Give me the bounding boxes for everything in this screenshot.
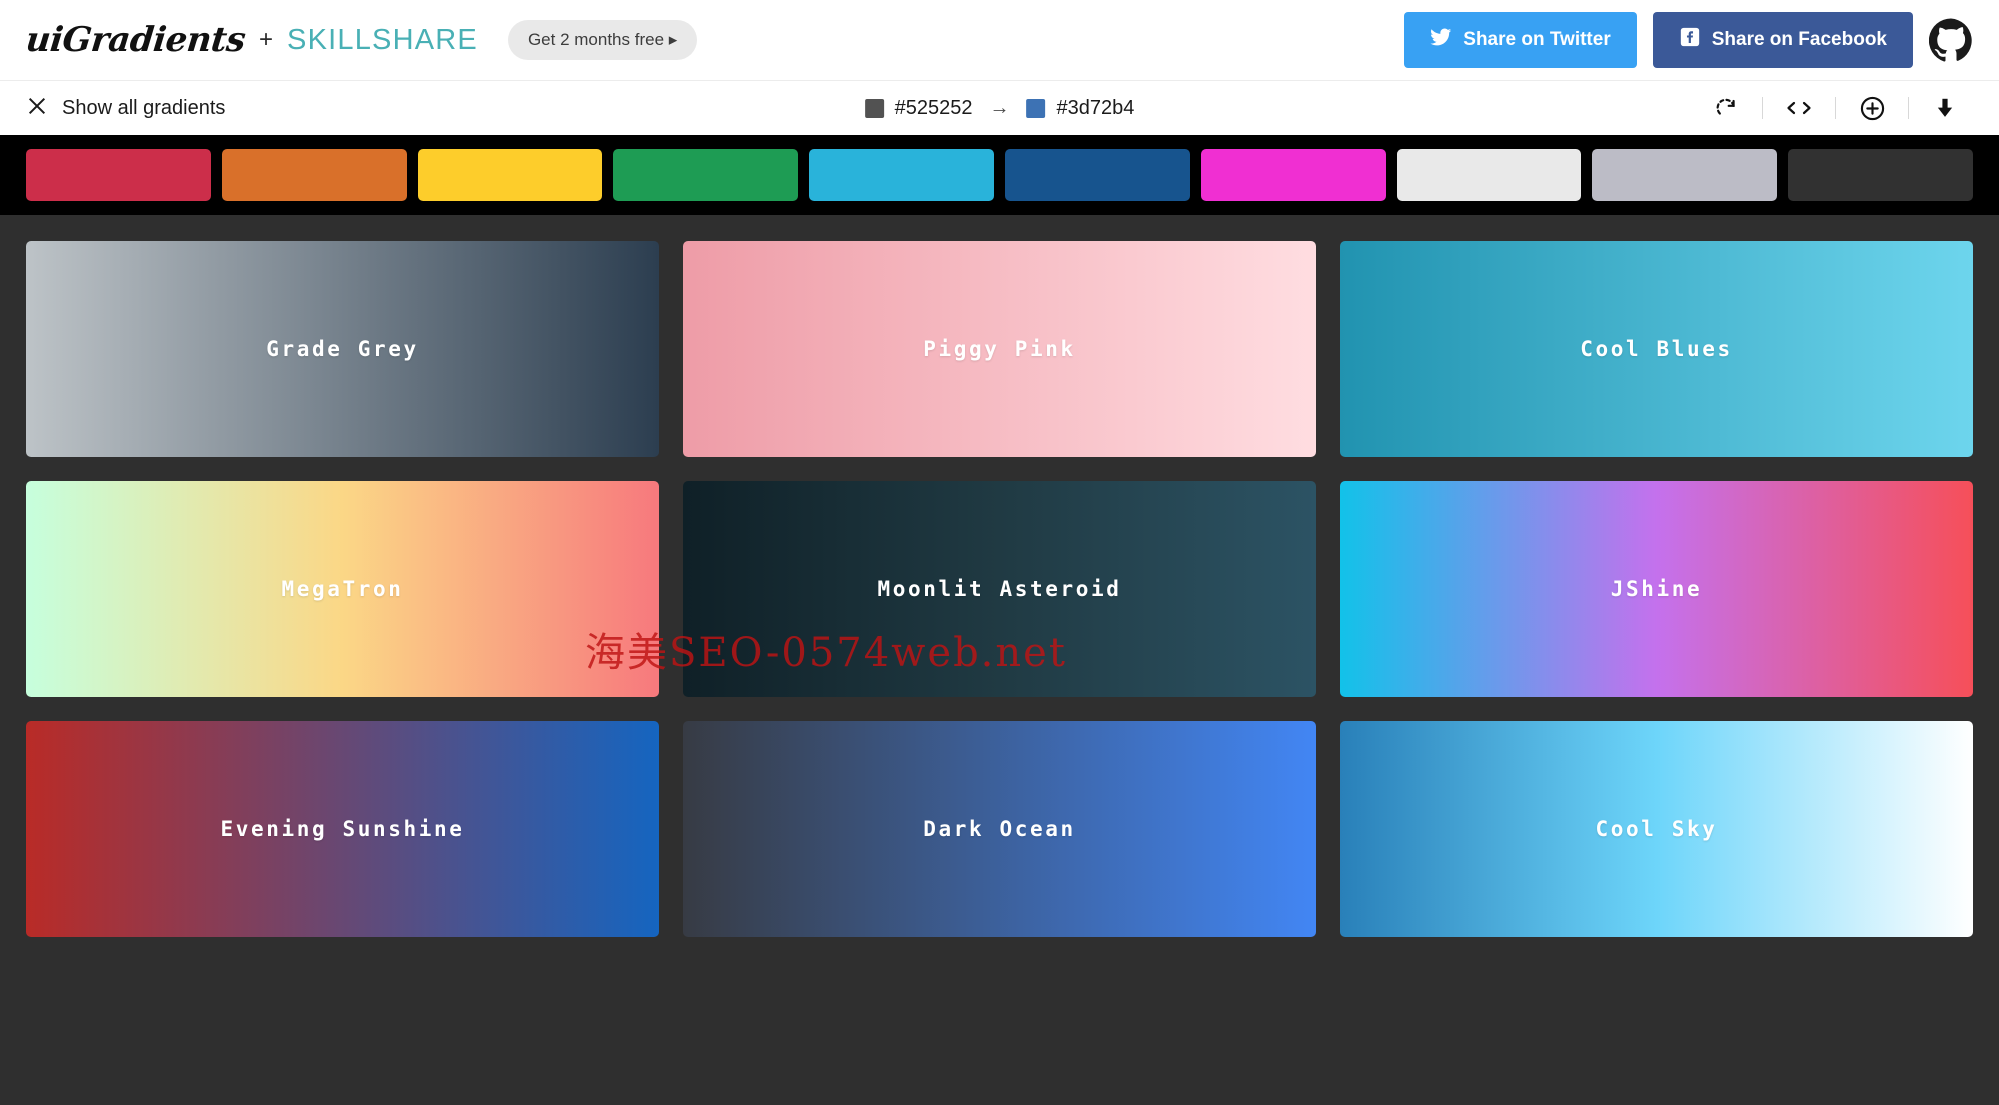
toolbar bbox=[1698, 95, 1973, 122]
download-icon[interactable] bbox=[1917, 95, 1973, 121]
twitter-bird-icon bbox=[1430, 26, 1452, 54]
color-swatch-magenta[interactable] bbox=[1201, 149, 1386, 201]
color-swatch-red[interactable] bbox=[26, 149, 211, 201]
color-swatch-blue[interactable] bbox=[1005, 149, 1190, 201]
gradient-card[interactable]: Grade Grey bbox=[26, 241, 659, 457]
uigradients-logo[interactable]: uiGradients bbox=[24, 20, 247, 60]
color-swatch-green[interactable] bbox=[613, 149, 798, 201]
code-icon[interactable] bbox=[1771, 95, 1827, 121]
gradient-grid: 海美SEO-0574web.net Grade GreyPiggy PinkCo… bbox=[0, 215, 1999, 963]
color-swatch-grey[interactable] bbox=[1592, 149, 1777, 201]
gradient-card[interactable]: Dark Ocean bbox=[683, 721, 1316, 937]
start-color-swatch[interactable] bbox=[865, 99, 884, 118]
skillshare-logo[interactable]: SKILLSHARE bbox=[287, 24, 478, 57]
gradient-card-title: Cool Sky bbox=[1596, 817, 1718, 841]
end-color-swatch[interactable] bbox=[1027, 99, 1046, 118]
share-twitter-button[interactable]: Share on Twitter bbox=[1404, 12, 1636, 68]
plus-separator: + bbox=[259, 26, 273, 54]
gradient-card[interactable]: Evening Sunshine bbox=[26, 721, 659, 937]
show-all-gradients-button[interactable]: Show all gradients bbox=[26, 95, 225, 122]
toolbar-divider bbox=[1762, 97, 1763, 119]
gradient-card-title: Moonlit Asteroid bbox=[878, 577, 1122, 601]
gradient-card[interactable]: Cool Blues bbox=[1340, 241, 1973, 457]
facebook-f-icon bbox=[1679, 26, 1701, 54]
gradient-card-title: Cool Blues bbox=[1580, 337, 1732, 361]
start-color-hex[interactable]: #525252 bbox=[895, 97, 973, 120]
promo-button[interactable]: Get 2 months free ▸ bbox=[508, 20, 697, 60]
gradient-hex-display: #525252 → #3d72b4 bbox=[865, 97, 1135, 120]
sub-header: Show all gradients #525252 → #3d72b4 bbox=[0, 80, 1999, 135]
color-swatch-white[interactable] bbox=[1397, 149, 1582, 201]
gradient-card-title: Dark Ocean bbox=[923, 817, 1075, 841]
share-twitter-label: Share on Twitter bbox=[1463, 29, 1610, 51]
github-cat-icon[interactable] bbox=[1929, 18, 1973, 62]
gradient-card-title: Evening Sunshine bbox=[221, 817, 465, 841]
close-x-icon bbox=[26, 95, 48, 122]
color-swatch-orange[interactable] bbox=[222, 149, 407, 201]
gradient-card-title: Piggy Pink bbox=[923, 337, 1075, 361]
share-facebook-button[interactable]: Share on Facebook bbox=[1653, 12, 1913, 68]
end-color-hex[interactable]: #3d72b4 bbox=[1057, 97, 1135, 120]
gradient-card[interactable]: JShine bbox=[1340, 481, 1973, 697]
gradient-card[interactable]: MegaTron bbox=[26, 481, 659, 697]
gradient-card[interactable]: Cool Sky bbox=[1340, 721, 1973, 937]
arrow-icon: → bbox=[990, 97, 1010, 120]
show-all-gradients-label: Show all gradients bbox=[62, 97, 225, 120]
rotate-icon[interactable] bbox=[1698, 95, 1754, 121]
brand-group: uiGradients + SKILLSHARE Get 2 months fr… bbox=[26, 20, 697, 60]
header-actions: Share on Twitter Share on Facebook bbox=[1404, 12, 1973, 68]
share-facebook-label: Share on Facebook bbox=[1712, 29, 1887, 51]
color-swatch-cyan[interactable] bbox=[809, 149, 994, 201]
color-filter-strip bbox=[0, 135, 1999, 215]
plus-circle-icon[interactable] bbox=[1844, 95, 1900, 122]
toolbar-divider bbox=[1908, 97, 1909, 119]
toolbar-divider bbox=[1835, 97, 1836, 119]
gradient-card-title: MegaTron bbox=[282, 577, 404, 601]
gradient-card[interactable]: Moonlit Asteroid bbox=[683, 481, 1316, 697]
gradient-card[interactable]: Piggy Pink bbox=[683, 241, 1316, 457]
gradient-card-title: Grade Grey bbox=[266, 337, 418, 361]
top-header: uiGradients + SKILLSHARE Get 2 months fr… bbox=[0, 0, 1999, 80]
gradient-card-title: JShine bbox=[1611, 577, 1702, 601]
color-swatch-yellow[interactable] bbox=[418, 149, 603, 201]
color-swatch-black[interactable] bbox=[1788, 149, 1973, 201]
